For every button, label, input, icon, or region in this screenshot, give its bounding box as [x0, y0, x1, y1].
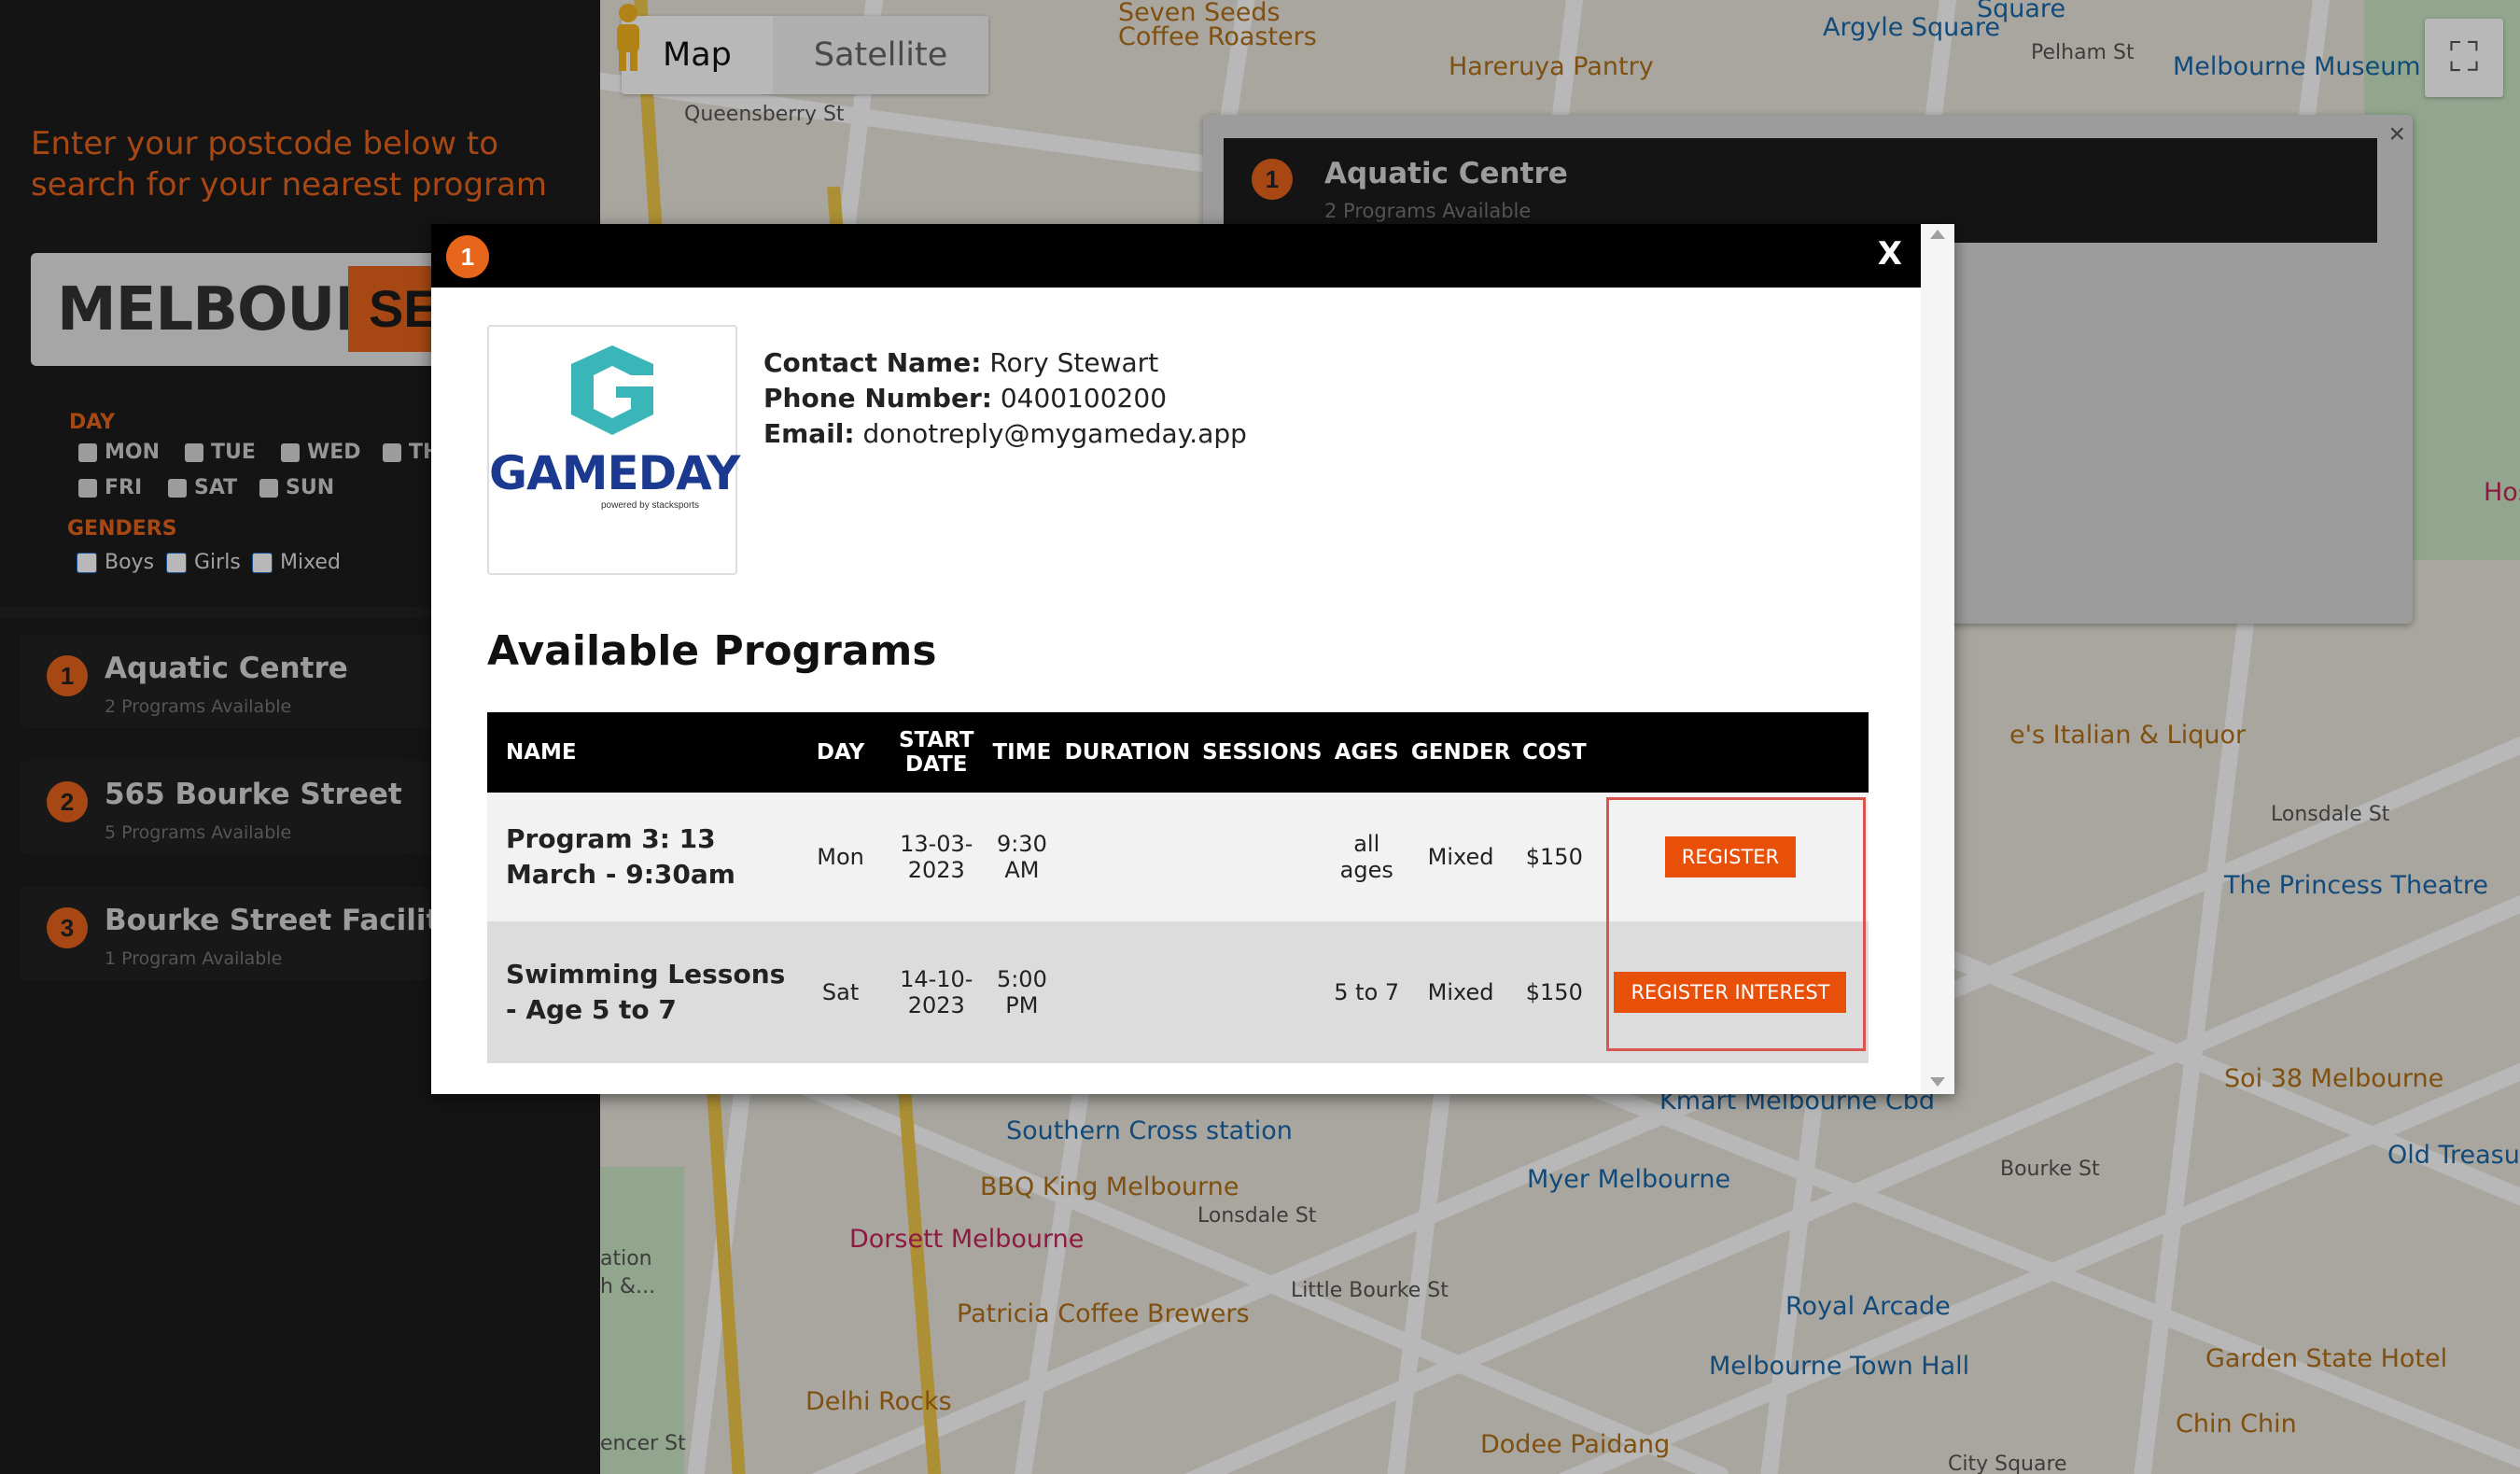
programs-title: Available Programs — [487, 627, 937, 675]
program-name: Swimming Lessons - Age 5 to 7 — [487, 921, 794, 1063]
gameday-logo: GAMEDAY powered by stacksports — [487, 325, 740, 575]
modal-scrollbar[interactable] — [1921, 224, 1954, 1094]
program-start-date: 14-10-2023 — [887, 921, 986, 1063]
column-header: AGES — [1327, 712, 1406, 793]
gameday-g-icon — [571, 345, 653, 435]
register-buttons-highlight — [1606, 797, 1866, 1051]
modal-close-button[interactable]: X — [1878, 235, 1902, 273]
program-gender: Mixed — [1405, 793, 1517, 921]
scroll-down-icon[interactable] — [1930, 1077, 1945, 1087]
program-sessions — [1196, 921, 1328, 1063]
column-header: TIME — [985, 712, 1059, 793]
phone-value: 0400100200 — [1000, 383, 1168, 414]
program-name: Program 3: 13 March - 9:30am — [487, 793, 794, 921]
program-cost: $150 — [1516, 793, 1592, 921]
program-day: Mon — [793, 793, 888, 921]
program-duration — [1058, 921, 1197, 1063]
program-time: 5:00 PM — [985, 921, 1059, 1063]
scroll-up-icon[interactable] — [1930, 230, 1945, 239]
contact-name-label: Contact Name: — [763, 347, 982, 378]
program-duration — [1058, 793, 1197, 921]
program-modal: 1 X GAMEDAY powered by stacksports Conta… — [431, 224, 1954, 1094]
column-header: START DATE — [887, 712, 986, 793]
column-header: DURATION — [1058, 712, 1197, 793]
email-value: donotreply@mygameday.app — [862, 418, 1247, 449]
email-label: Email: — [763, 418, 855, 449]
phone-label: Phone Number: — [763, 383, 992, 414]
contact-details: Contact Name: Rory Stewart Phone Number:… — [763, 345, 1247, 452]
column-header: SESSIONS — [1196, 712, 1328, 793]
modal-number-badge: 1 — [446, 235, 489, 278]
program-sessions — [1196, 793, 1328, 921]
modal-header: 1 X — [431, 224, 1921, 288]
column-header: COST — [1516, 712, 1592, 793]
program-ages: 5 to 7 — [1327, 921, 1406, 1063]
column-header: DAY — [793, 712, 888, 793]
contact-name-value: Rory Stewart — [989, 347, 1159, 378]
program-time: 9:30 AM — [985, 793, 1059, 921]
program-start-date: 13-03-2023 — [887, 793, 986, 921]
program-day: Sat — [793, 921, 888, 1063]
column-header: GENDER — [1405, 712, 1517, 793]
program-cost: $150 — [1516, 921, 1592, 1063]
column-header: NAME — [487, 712, 794, 793]
program-gender: Mixed — [1405, 921, 1517, 1063]
column-header-action — [1591, 712, 1869, 793]
program-ages: all ages — [1327, 793, 1406, 921]
